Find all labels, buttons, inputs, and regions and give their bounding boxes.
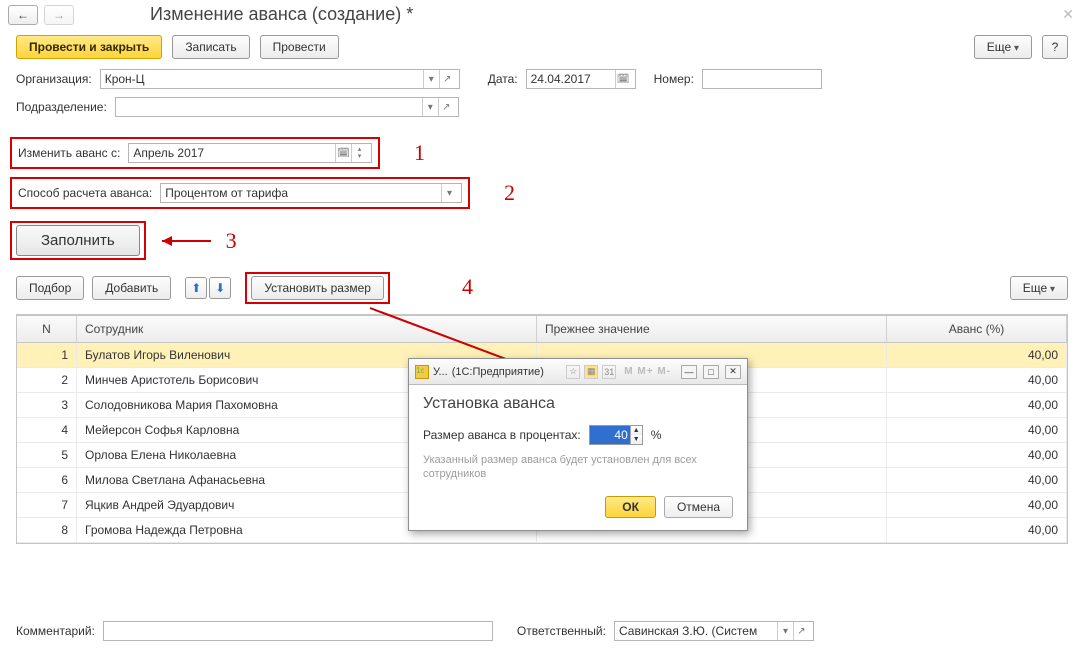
open-icon[interactable]: ↗ (438, 98, 454, 116)
pick-button[interactable]: Подбор (16, 276, 84, 300)
org-input[interactable]: Крон-Ц ▾ ↗ (100, 69, 460, 89)
change-from-value: Апрель 2017 (133, 146, 204, 160)
cell-advance: 40,00 (887, 393, 1067, 418)
calendar-icon[interactable]: 🗓 (615, 70, 631, 88)
cell-advance: 40,00 (887, 343, 1067, 368)
dept-input[interactable]: ▾ ↗ (115, 97, 459, 117)
add-button[interactable]: Добавить (92, 276, 171, 300)
annotation-4: 4 (462, 274, 473, 300)
page-title: Изменение аванса (создание) * (150, 4, 413, 25)
set-advance-dialog: 1c У... (1С:Предприятие) ☆ ▦ 31 M M+ M- … (408, 358, 748, 531)
dept-label: Подразделение: (16, 100, 107, 114)
change-from-input[interactable]: Апрель 2017 🗓 ▴▾ (128, 143, 372, 163)
close-icon[interactable]: ✕ (1062, 6, 1074, 23)
cell-n: 2 (17, 368, 77, 393)
dropdown-icon[interactable]: ▾ (423, 70, 439, 88)
dialog-caption-prefix: У... (433, 366, 448, 378)
cell-advance: 40,00 (887, 518, 1067, 543)
change-from-label: Изменить аванс с: (18, 146, 120, 160)
dialog-hint: Указанный размер аванса будет установлен… (423, 453, 733, 482)
responsible-value: Савинская З.Ю. (Систем (619, 624, 757, 638)
method-value: Процентом от тарифа (165, 186, 288, 200)
cell-n: 4 (17, 418, 77, 443)
cell-n: 6 (17, 468, 77, 493)
col-header-advance[interactable]: Аванс (%) (887, 316, 1067, 343)
favorite-icon[interactable]: ☆ (566, 365, 580, 379)
open-icon[interactable]: ↗ (439, 70, 455, 88)
calendar-mini-icon[interactable]: 31 (602, 365, 616, 379)
cell-advance: 40,00 (887, 443, 1067, 468)
number-input[interactable] (702, 69, 822, 89)
more-table-button[interactable]: Еще (1010, 276, 1068, 300)
cell-n: 8 (17, 518, 77, 543)
date-value: 24.04.2017 (531, 72, 591, 86)
col-header-employee[interactable]: Сотрудник (77, 316, 537, 343)
method-input[interactable]: Процентом от тарифа ▾ (160, 183, 462, 203)
minimize-button[interactable]: — (681, 365, 697, 379)
org-value: Крон-Ц (105, 72, 145, 86)
dropdown-icon[interactable]: ▾ (777, 622, 793, 640)
calc-icon[interactable]: ▦ (584, 365, 598, 379)
post-button[interactable]: Провести (260, 35, 339, 59)
date-input[interactable]: 24.04.2017 🗓 (526, 69, 636, 89)
spin-up-icon[interactable]: ▲ (630, 426, 642, 435)
nav-back-button[interactable]: ← (8, 5, 38, 25)
cell-n: 7 (17, 493, 77, 518)
percent-spinner[interactable]: ▲ ▼ (589, 425, 643, 445)
cell-advance: 40,00 (887, 468, 1067, 493)
number-label: Номер: (654, 72, 694, 86)
nav-forward-button[interactable]: → (44, 5, 74, 25)
dialog-title: Установка аванса (423, 395, 733, 413)
save-button[interactable]: Записать (172, 35, 249, 59)
dialog-caption-app: (1С:Предприятие) (452, 366, 544, 378)
percent-input[interactable] (590, 426, 630, 444)
method-label: Способ расчета аванса: (18, 186, 152, 200)
annotation-1: 1 (414, 140, 425, 166)
fill-button[interactable]: Заполнить (16, 225, 140, 256)
date-label: Дата: (488, 72, 518, 86)
org-label: Организация: (16, 72, 92, 86)
cell-n: 3 (17, 393, 77, 418)
spin-down-icon[interactable]: ▼ (630, 435, 642, 444)
spinner-icon[interactable]: ▴▾ (351, 144, 367, 162)
cell-n: 5 (17, 443, 77, 468)
dialog-field-label: Размер аванса в процентах: (423, 428, 581, 442)
cell-advance: 40,00 (887, 418, 1067, 443)
maximize-button[interactable]: □ (703, 365, 719, 379)
set-size-button[interactable]: Установить размер (251, 276, 384, 300)
calendar-icon[interactable]: 🗓 (335, 144, 351, 162)
dropdown-icon[interactable]: ▾ (441, 184, 457, 202)
comment-label: Комментарий: (16, 624, 95, 638)
col-header-prev[interactable]: Прежнее значение (537, 316, 887, 343)
responsible-label: Ответственный: (517, 624, 606, 638)
cell-n: 1 (17, 343, 77, 368)
annotation-2: 2 (504, 180, 515, 206)
cell-advance: 40,00 (887, 368, 1067, 393)
app-icon: 1c (415, 365, 429, 379)
annotation-3: 3 (226, 228, 237, 254)
cancel-button[interactable]: Отмена (664, 496, 733, 518)
responsible-input[interactable]: Савинская З.Ю. (Систем ▾ ↗ (614, 621, 814, 641)
col-header-n[interactable]: N (17, 316, 77, 343)
comment-input[interactable] (103, 621, 493, 641)
open-icon[interactable]: ↗ (793, 622, 809, 640)
more-button[interactable]: Еще (974, 35, 1032, 59)
post-and-close-button[interactable]: Провести и закрыть (16, 35, 162, 59)
percent-sign: % (651, 428, 662, 442)
dropdown-icon[interactable]: ▾ (422, 98, 438, 116)
memory-indicator: M M+ M- (624, 366, 671, 377)
dialog-close-button[interactable]: ✕ (725, 365, 741, 379)
ok-button[interactable]: ОК (605, 496, 656, 518)
help-button[interactable]: ? (1042, 35, 1068, 59)
cell-advance: 40,00 (887, 493, 1067, 518)
move-down-button[interactable]: ⬇ (209, 277, 231, 299)
move-up-button[interactable]: ⬆ (185, 277, 207, 299)
